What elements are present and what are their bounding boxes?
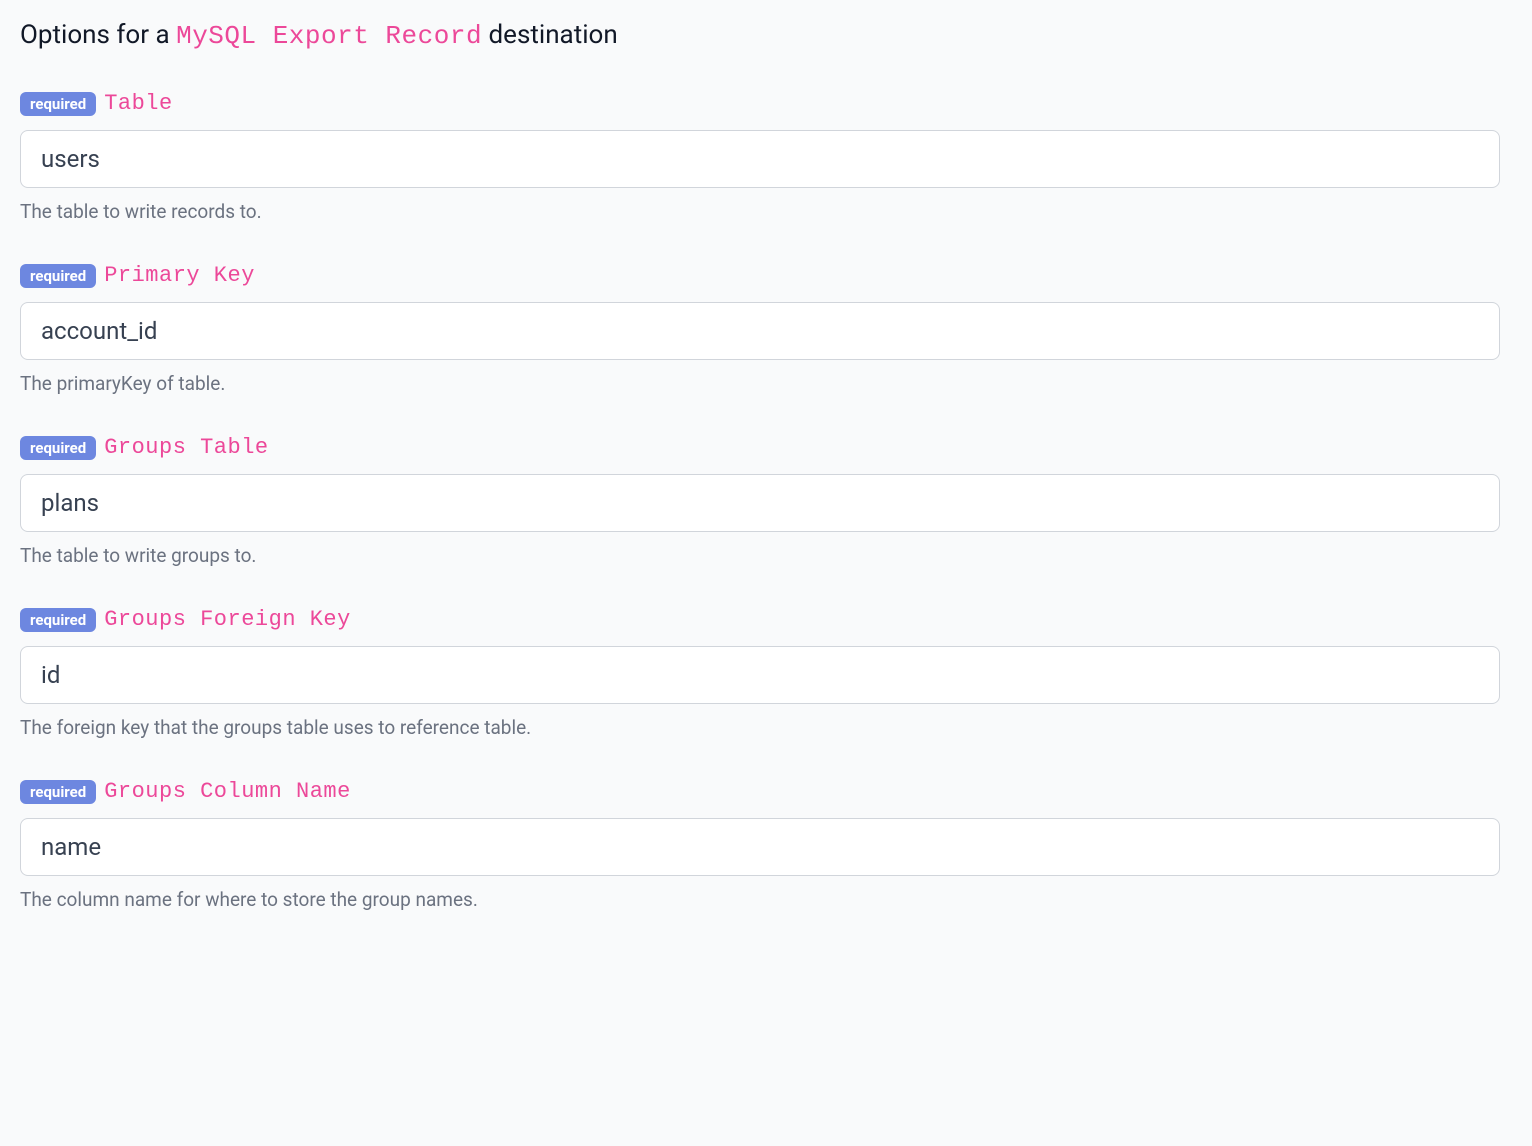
required-badge: required [20, 92, 96, 116]
label-row: required Groups Column Name [20, 779, 1512, 804]
field-label-groups-table: Groups Table [104, 435, 268, 460]
field-label-primary-key: Primary Key [104, 263, 255, 288]
page-title: Options for a MySQL Export Record destin… [20, 20, 1512, 51]
groups-column-name-input[interactable] [20, 818, 1500, 876]
form-group-table: required Table The table to write record… [20, 91, 1512, 223]
form-group-groups-table: required Groups Table The table to write… [20, 435, 1512, 567]
label-row: required Table [20, 91, 1512, 116]
help-text-table: The table to write records to. [20, 200, 1512, 223]
label-row: required Groups Foreign Key [20, 607, 1512, 632]
help-text-groups-foreign-key: The foreign key that the groups table us… [20, 716, 1512, 739]
primary-key-input[interactable] [20, 302, 1500, 360]
form-group-groups-foreign-key: required Groups Foreign Key The foreign … [20, 607, 1512, 739]
field-label-groups-column-name: Groups Column Name [104, 779, 351, 804]
help-text-groups-table: The table to write groups to. [20, 544, 1512, 567]
required-badge: required [20, 780, 96, 804]
groups-table-input[interactable] [20, 474, 1500, 532]
help-text-groups-column-name: The column name for where to store the g… [20, 888, 1512, 911]
form-container: Options for a MySQL Export Record destin… [20, 20, 1512, 911]
required-badge: required [20, 264, 96, 288]
label-row: required Groups Table [20, 435, 1512, 460]
form-group-primary-key: required Primary Key The primaryKey of t… [20, 263, 1512, 395]
title-prefix: Options for a [20, 20, 176, 50]
required-badge: required [20, 608, 96, 632]
help-text-primary-key: The primaryKey of table. [20, 372, 1512, 395]
required-badge: required [20, 436, 96, 460]
table-input[interactable] [20, 130, 1500, 188]
title-suffix: destination [482, 20, 618, 50]
form-group-groups-column-name: required Groups Column Name The column n… [20, 779, 1512, 911]
title-code: MySQL Export Record [176, 21, 482, 51]
field-label-groups-foreign-key: Groups Foreign Key [104, 607, 351, 632]
groups-foreign-key-input[interactable] [20, 646, 1500, 704]
label-row: required Primary Key [20, 263, 1512, 288]
field-label-table: Table [104, 91, 173, 116]
